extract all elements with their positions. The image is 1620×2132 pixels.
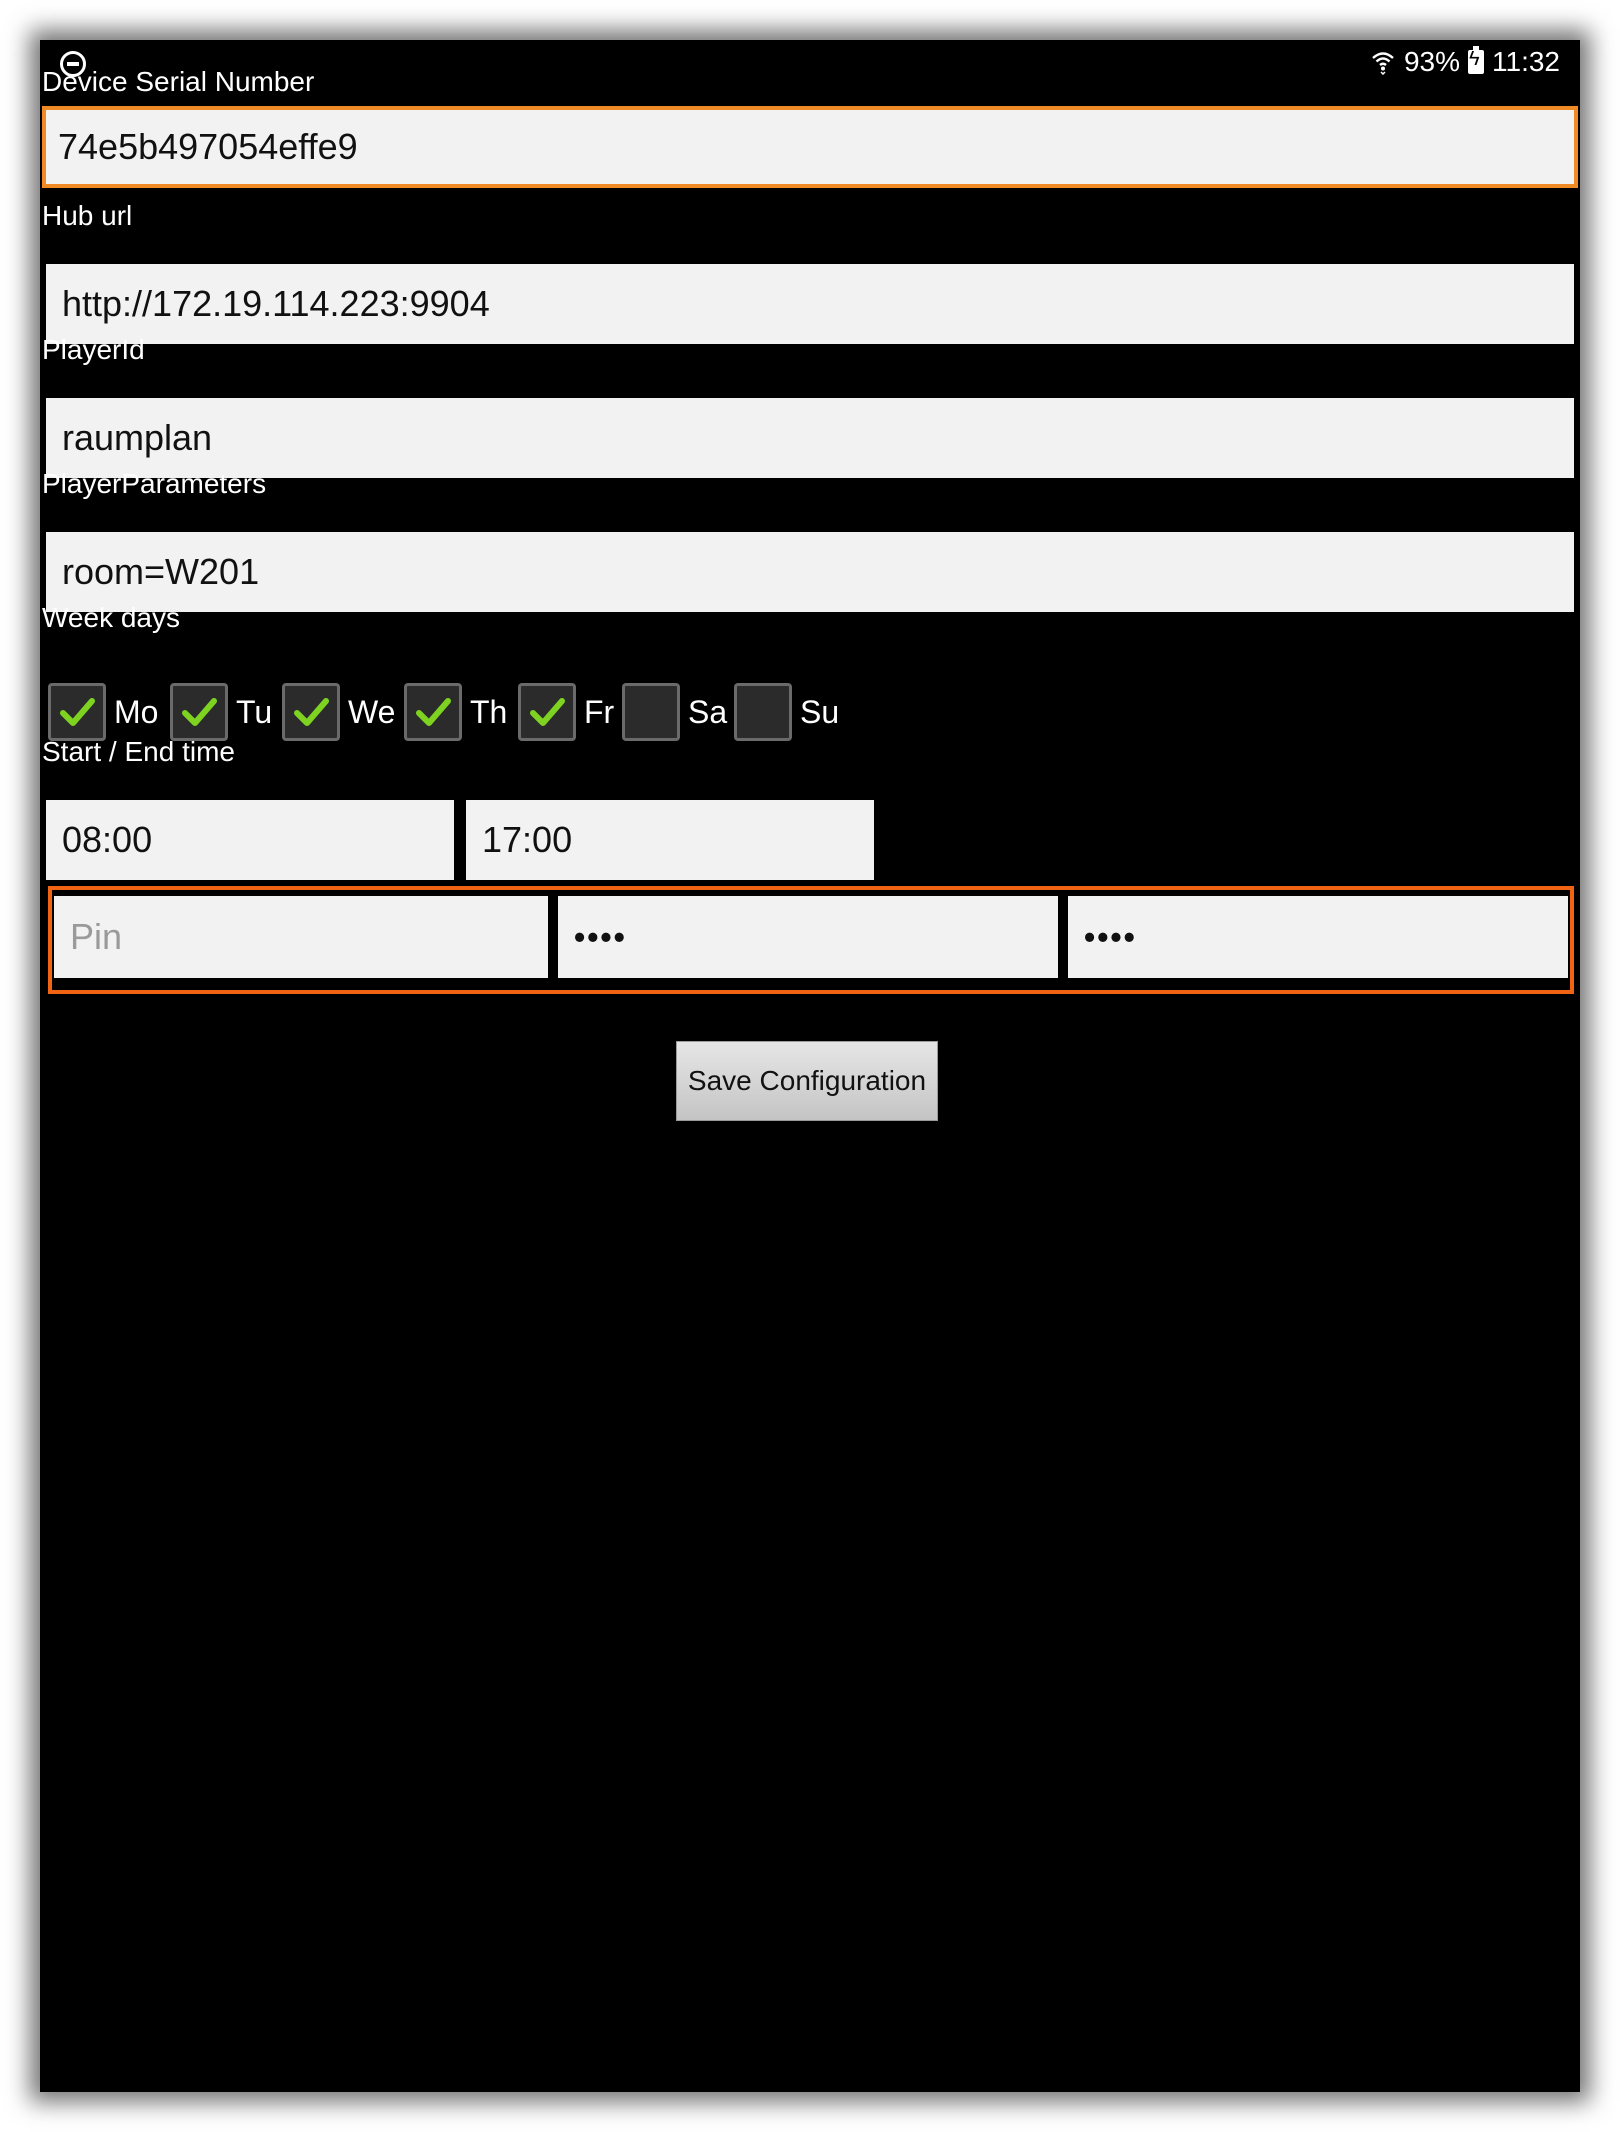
- day-su-label: Su: [800, 693, 840, 730]
- start-time-input[interactable]: 08:00: [46, 800, 454, 880]
- day-we[interactable]: We: [282, 682, 395, 742]
- day-we-checkbox[interactable]: [282, 683, 340, 741]
- day-su-checkbox[interactable]: [734, 683, 792, 741]
- battery-percent: 93%: [1403, 46, 1460, 77]
- wifi-icon: [1372, 52, 1394, 75]
- check-icon: [294, 698, 329, 726]
- serial-label: Device Serial Number: [42, 66, 315, 97]
- pin-input[interactable]: Pin: [54, 896, 548, 978]
- day-th[interactable]: Th: [404, 682, 507, 742]
- battery-charging-icon: [1468, 46, 1484, 74]
- save-configuration-button[interactable]: Save Configuration: [676, 1041, 938, 1121]
- day-mo[interactable]: Mo: [48, 682, 158, 742]
- new-pin-input[interactable]: ••••: [558, 896, 1058, 978]
- day-fr-label: Fr: [584, 693, 615, 730]
- day-tu-checkbox[interactable]: [170, 683, 228, 741]
- app-screen: 93% 11:32 Device Serial Number 74e5b4970…: [40, 40, 1580, 2092]
- day-we-label: We: [348, 693, 396, 730]
- player-params-input[interactable]: room=W201: [46, 532, 1574, 612]
- check-icon: [416, 698, 451, 726]
- day-tu[interactable]: Tu: [170, 682, 272, 742]
- day-th-label: Th: [470, 693, 508, 730]
- end-time-input[interactable]: 17:00: [466, 800, 874, 880]
- confirm-pin-input[interactable]: ••••: [1068, 896, 1568, 978]
- week-days-label: Week days: [42, 602, 180, 633]
- day-sa-checkbox[interactable]: [622, 683, 680, 741]
- status-indicators: 93% 11:32: [1370, 46, 1560, 78]
- player-id-input[interactable]: raumplan: [46, 398, 1574, 478]
- day-fr-checkbox[interactable]: [518, 683, 576, 741]
- time-range-label: Start / End time: [42, 736, 235, 767]
- day-tu-label: Tu: [236, 693, 273, 730]
- serial-input[interactable]: 74e5b497054effe9: [42, 106, 1578, 188]
- day-sa[interactable]: Sa: [622, 682, 727, 742]
- day-su[interactable]: Su: [734, 682, 839, 742]
- day-mo-label: Mo: [114, 693, 159, 730]
- day-fr[interactable]: Fr: [518, 682, 614, 742]
- hub-url-input[interactable]: http://172.19.114.223:9904: [46, 264, 1574, 344]
- day-sa-label: Sa: [688, 693, 728, 730]
- clock: 11:32: [1492, 46, 1560, 77]
- player-id-label: PlayerId: [42, 334, 145, 365]
- hub-url-label: Hub url: [42, 200, 133, 231]
- player-params-label: PlayerParameters: [42, 468, 267, 499]
- day-th-checkbox[interactable]: [404, 683, 462, 741]
- check-icon: [182, 698, 217, 726]
- day-mo-checkbox[interactable]: [48, 683, 106, 741]
- check-icon: [60, 698, 95, 726]
- check-icon: [530, 698, 565, 726]
